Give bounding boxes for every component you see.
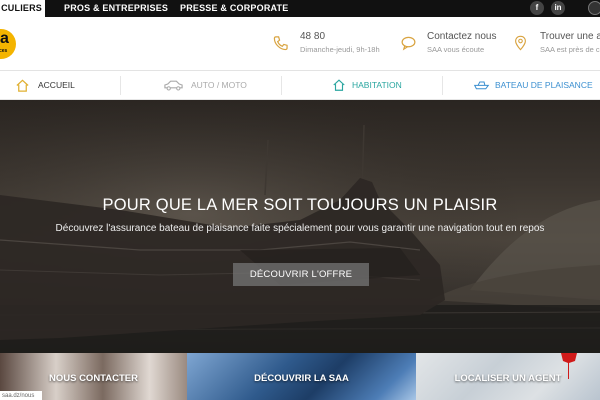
nav-label-bateau: BATEAU DE PLAISANCE	[495, 80, 593, 90]
card-contact[interactable]: saa.dz/nous NOUS CONTACTER	[0, 353, 187, 400]
house-icon	[333, 79, 345, 91]
card-discover-saa[interactable]: DÉCOUVRIR LA SAA	[187, 353, 416, 400]
discover-offer-button[interactable]: DÉCOUVRIR L'OFFRE	[233, 263, 369, 286]
map-pin-icon	[561, 353, 577, 379]
logo-text: a	[0, 30, 9, 47]
hero-banner: POUR QUE LA MER SOIT TOUJOURS UN PLAISIR…	[0, 100, 600, 353]
tab-presse-corporate[interactable]: PRESSE & CORPORATE	[180, 0, 288, 17]
site-header: a ces 48 80 Dimanche-jeudi, 9h-18h Conta…	[0, 17, 600, 71]
contact-sticker: saa.dz/nous	[0, 391, 42, 400]
nav-item-habitation[interactable]: HABITATION	[282, 71, 442, 100]
phone-icon	[273, 36, 288, 51]
saa-logo[interactable]: a ces	[0, 29, 16, 59]
nav-item-auto-moto[interactable]: AUTO / MOTO	[121, 71, 281, 100]
card-discover-label: DÉCOUVRIR LA SAA	[254, 373, 349, 384]
hero-title: POUR QUE LA MER SOIT TOUJOURS UN PLAISIR	[102, 196, 498, 214]
agent-title: Trouver une ag	[540, 31, 600, 42]
location-pin-icon	[515, 35, 526, 51]
contact-title: Contactez nous	[427, 31, 497, 42]
tab-particuliers[interactable]: CULIERS	[0, 0, 45, 17]
home-icon	[16, 79, 29, 92]
contact-subtitle: SAA vous écoute	[427, 45, 485, 54]
linkedin-icon[interactable]: in	[551, 1, 565, 15]
agent-subtitle: SAA est près de ch	[540, 45, 600, 54]
nav-label-accueil: ACCUEIL	[38, 80, 75, 90]
tab-pros-entreprises[interactable]: PROS & ENTREPRISES	[64, 0, 168, 17]
phone-hours: Dimanche-jeudi, 9h-18h	[300, 45, 380, 54]
top-bar: CULIERS PROS & ENTREPRISES PRESSE & CORP…	[0, 0, 600, 17]
quick-links: saa.dz/nous NOUS CONTACTER DÉCOUVRIR LA …	[0, 353, 600, 400]
nav-label-auto-moto: AUTO / MOTO	[191, 80, 247, 90]
phone-number: 48 80	[300, 31, 326, 42]
card-contact-label: NOUS CONTACTER	[48, 373, 139, 384]
nav-item-bateau[interactable]: BATEAU DE PLAISANCE	[443, 71, 600, 100]
car-icon	[164, 80, 183, 91]
chat-bubble-icon	[401, 36, 416, 51]
boat-icon	[473, 81, 490, 90]
nav-item-accueil[interactable]: ACCUEIL	[0, 71, 120, 100]
hero-subtitle: Découvrez l'assurance bateau de plaisanc…	[55, 223, 545, 234]
logo-subtext: ces	[0, 48, 8, 54]
main-nav: ACCUEIL AUTO / MOTO HABITATION BATEAU DE…	[0, 71, 600, 100]
globe-icon[interactable]	[588, 1, 600, 15]
facebook-icon[interactable]: f	[530, 1, 544, 15]
nav-label-habitation: HABITATION	[352, 80, 402, 90]
